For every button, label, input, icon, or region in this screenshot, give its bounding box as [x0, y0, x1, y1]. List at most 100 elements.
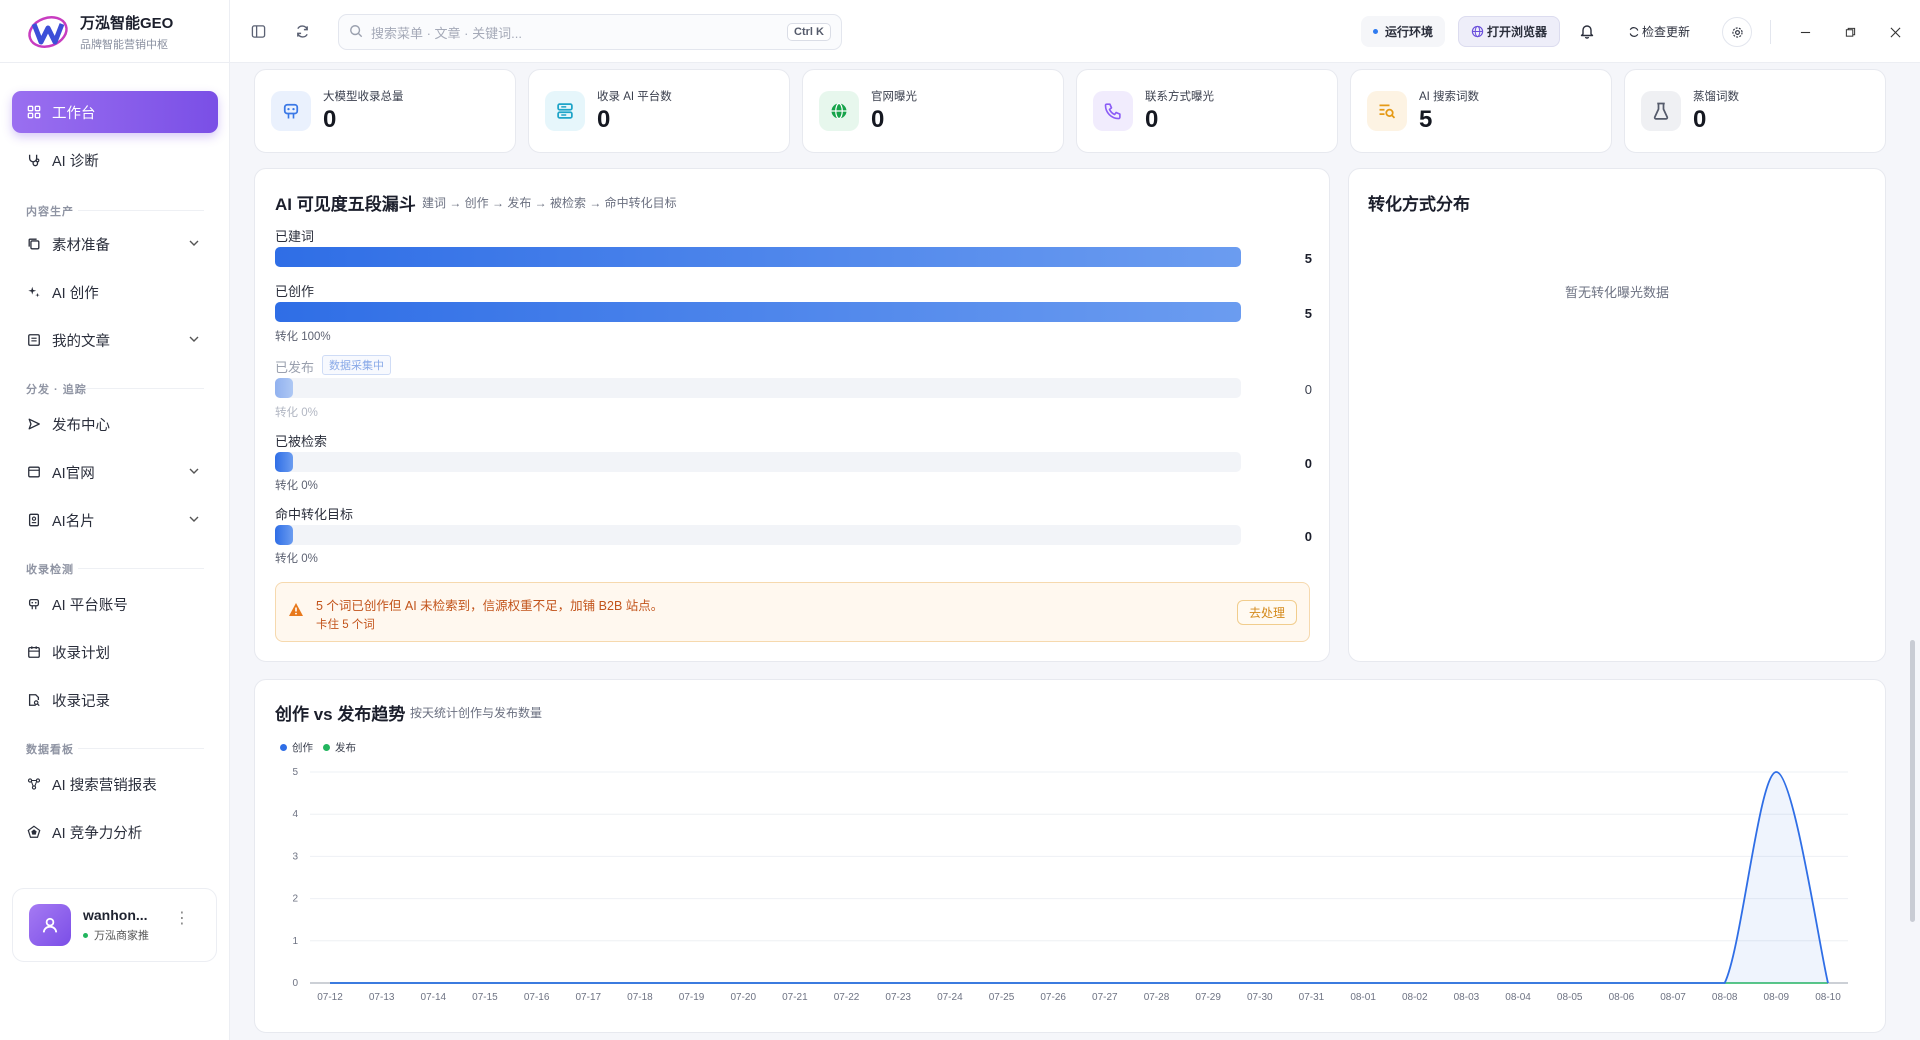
copy-icon — [26, 236, 42, 252]
article-icon — [26, 332, 42, 348]
sidebar-item-ai-search-report[interactable]: AI 搜索营销报表 — [12, 763, 218, 805]
window-icon — [26, 464, 42, 480]
funnel-stage-rate: 转化 0% — [275, 553, 318, 565]
brand[interactable]: 万泓智能GEO 品牌智能营销中枢 — [0, 0, 230, 63]
funnel-bar — [275, 302, 1241, 322]
stat-card-website-exposure: 官网曝光 0 — [802, 69, 1064, 153]
sidebar-toggle-icon[interactable] — [247, 20, 269, 42]
sidebar-item-label: 我的文章 — [52, 333, 110, 350]
y-tick-label: 5 — [292, 767, 298, 778]
sidebar-item-materials[interactable]: 素材准备 — [12, 223, 218, 265]
stat-value: 0 — [323, 106, 337, 133]
x-tick-label: 07-21 — [782, 992, 808, 1003]
funnel-title: AI 可见度五段漏斗 — [275, 195, 416, 214]
sidebar-item-my-articles[interactable]: 我的文章 — [12, 319, 218, 361]
minimize-icon[interactable] — [1795, 22, 1815, 42]
stat-value: 0 — [597, 106, 611, 133]
x-tick-label: 07-18 — [627, 992, 653, 1003]
sidebar-item-ai-platform-accounts[interactable]: AI 平台账号 — [12, 583, 218, 625]
globe-icon — [819, 91, 859, 131]
id-card-icon — [26, 512, 42, 528]
phone-icon — [1093, 91, 1133, 131]
bell-icon[interactable] — [1576, 20, 1598, 42]
x-tick-label: 07-15 — [472, 992, 498, 1003]
x-tick-label: 07-12 — [317, 992, 343, 1003]
funnel-stage-label: 已建词 — [275, 229, 315, 244]
funnel-stage-label: 命中转化目标 — [275, 507, 354, 522]
funnel-stage-label: 已创作 — [275, 284, 315, 299]
sidebar-item-ai-diagnosis[interactable]: AI 诊断 — [12, 139, 218, 181]
sidebar-item-ai-card[interactable]: AI名片 — [12, 499, 218, 541]
legend-label: 发布 — [335, 742, 356, 754]
funnel-stage-value: 5 — [1304, 306, 1312, 321]
close-icon[interactable] — [1885, 22, 1905, 42]
sidebar-item-ai-competitiveness[interactable]: AI 竞争力分析 — [12, 811, 218, 853]
share-nodes-icon — [26, 776, 42, 792]
y-tick-label: 0 — [292, 978, 298, 989]
search-list-icon — [1367, 91, 1407, 131]
warning-icon — [288, 602, 304, 620]
x-tick-label: 08-04 — [1505, 992, 1531, 1003]
y-tick-label: 2 — [292, 894, 298, 905]
x-tick-label: 08-03 — [1454, 992, 1480, 1003]
open-browser-button[interactable]: 打开浏览器 — [1458, 16, 1561, 47]
handle-button[interactable]: 去处理 — [1236, 600, 1297, 625]
env-button[interactable]: 运行环境 — [1361, 16, 1446, 47]
stat-label: AI 搜索词数 — [1419, 91, 1480, 103]
server-icon — [545, 91, 585, 131]
sparkle-icon — [26, 284, 42, 300]
search-input[interactable]: 搜索菜单 · 文章 · 关键词... Ctrl K — [338, 14, 842, 50]
chevron-down-icon — [188, 513, 200, 529]
y-tick-label: 3 — [292, 851, 298, 862]
funnel-bar — [275, 378, 293, 398]
user-card[interactable]: wanhon... 万泓商家推 ⋮ — [12, 888, 217, 962]
sidebar-item-ai-create[interactable]: AI 创作 — [12, 271, 218, 313]
funnel-stage-value: 0 — [1304, 382, 1312, 397]
sidebar-item-ai-website[interactable]: AI官网 — [12, 451, 218, 493]
stat-value: 5 — [1419, 106, 1433, 133]
section-distribution-tracking: 分发 · 追踪 — [26, 381, 204, 397]
sidebar-item-label: 发布中心 — [52, 417, 110, 434]
sidebar-item-workbench[interactable]: 工作台 — [12, 91, 218, 133]
funnel-stage-rate: 转化 0% — [275, 407, 318, 419]
stat-value: 0 — [1693, 106, 1707, 133]
funnel-bar — [275, 525, 293, 545]
sidebar-item-label: AI 创作 — [52, 285, 99, 302]
chevron-down-icon — [188, 465, 200, 481]
stat-label: 蒸馏词数 — [1693, 91, 1739, 103]
chevron-down-icon — [188, 237, 200, 253]
legend-item-creation[interactable]: 创作 — [280, 740, 313, 755]
sidebar-item-indexing-plan[interactable]: 收录计划 — [12, 631, 218, 673]
settings-button[interactable] — [1722, 17, 1752, 47]
stat-label: 大模型收录总量 — [323, 91, 404, 103]
funnel-bar — [275, 452, 293, 472]
x-tick-label: 07-30 — [1247, 992, 1273, 1003]
funnel-bar-track — [275, 378, 1241, 398]
env-dot-icon — [1373, 29, 1378, 34]
stat-label: 收录 AI 平台数 — [597, 91, 672, 103]
section-indexing-monitor: 收录检测 — [26, 561, 204, 577]
sidebar-item-publish-center[interactable]: 发布中心 — [12, 403, 218, 445]
robot-icon — [26, 596, 42, 612]
legend-item-publish[interactable]: 发布 — [323, 740, 356, 755]
more-vertical-icon[interactable]: ⋮ — [174, 911, 190, 927]
restore-icon[interactable] — [1840, 22, 1860, 42]
scrollbar[interactable] — [1910, 640, 1915, 922]
x-tick-label: 07-29 — [1195, 992, 1221, 1003]
refresh-icon[interactable] — [291, 20, 313, 42]
user-company: 万泓商家推 — [94, 930, 149, 942]
legend-dot-icon — [323, 744, 330, 751]
stat-label: 官网曝光 — [871, 91, 917, 103]
x-tick-label: 08-09 — [1764, 992, 1790, 1003]
stat-card-ai-search-terms: AI 搜索词数 5 — [1350, 69, 1612, 153]
x-tick-label: 08-10 — [1815, 992, 1841, 1003]
robot-icon — [271, 91, 311, 131]
sidebar-item-indexing-records[interactable]: 收录记录 — [12, 679, 218, 721]
flask-icon — [1641, 91, 1681, 131]
user-name: wanhon... — [83, 907, 148, 923]
x-tick-label: 07-22 — [834, 992, 860, 1003]
stat-card-ai-platforms: 收录 AI 平台数 0 — [528, 69, 790, 153]
legend-label: 创作 — [292, 742, 313, 754]
open-browser-label: 打开浏览器 — [1487, 25, 1548, 39]
check-update-button[interactable]: 检查更新 — [1616, 16, 1702, 47]
